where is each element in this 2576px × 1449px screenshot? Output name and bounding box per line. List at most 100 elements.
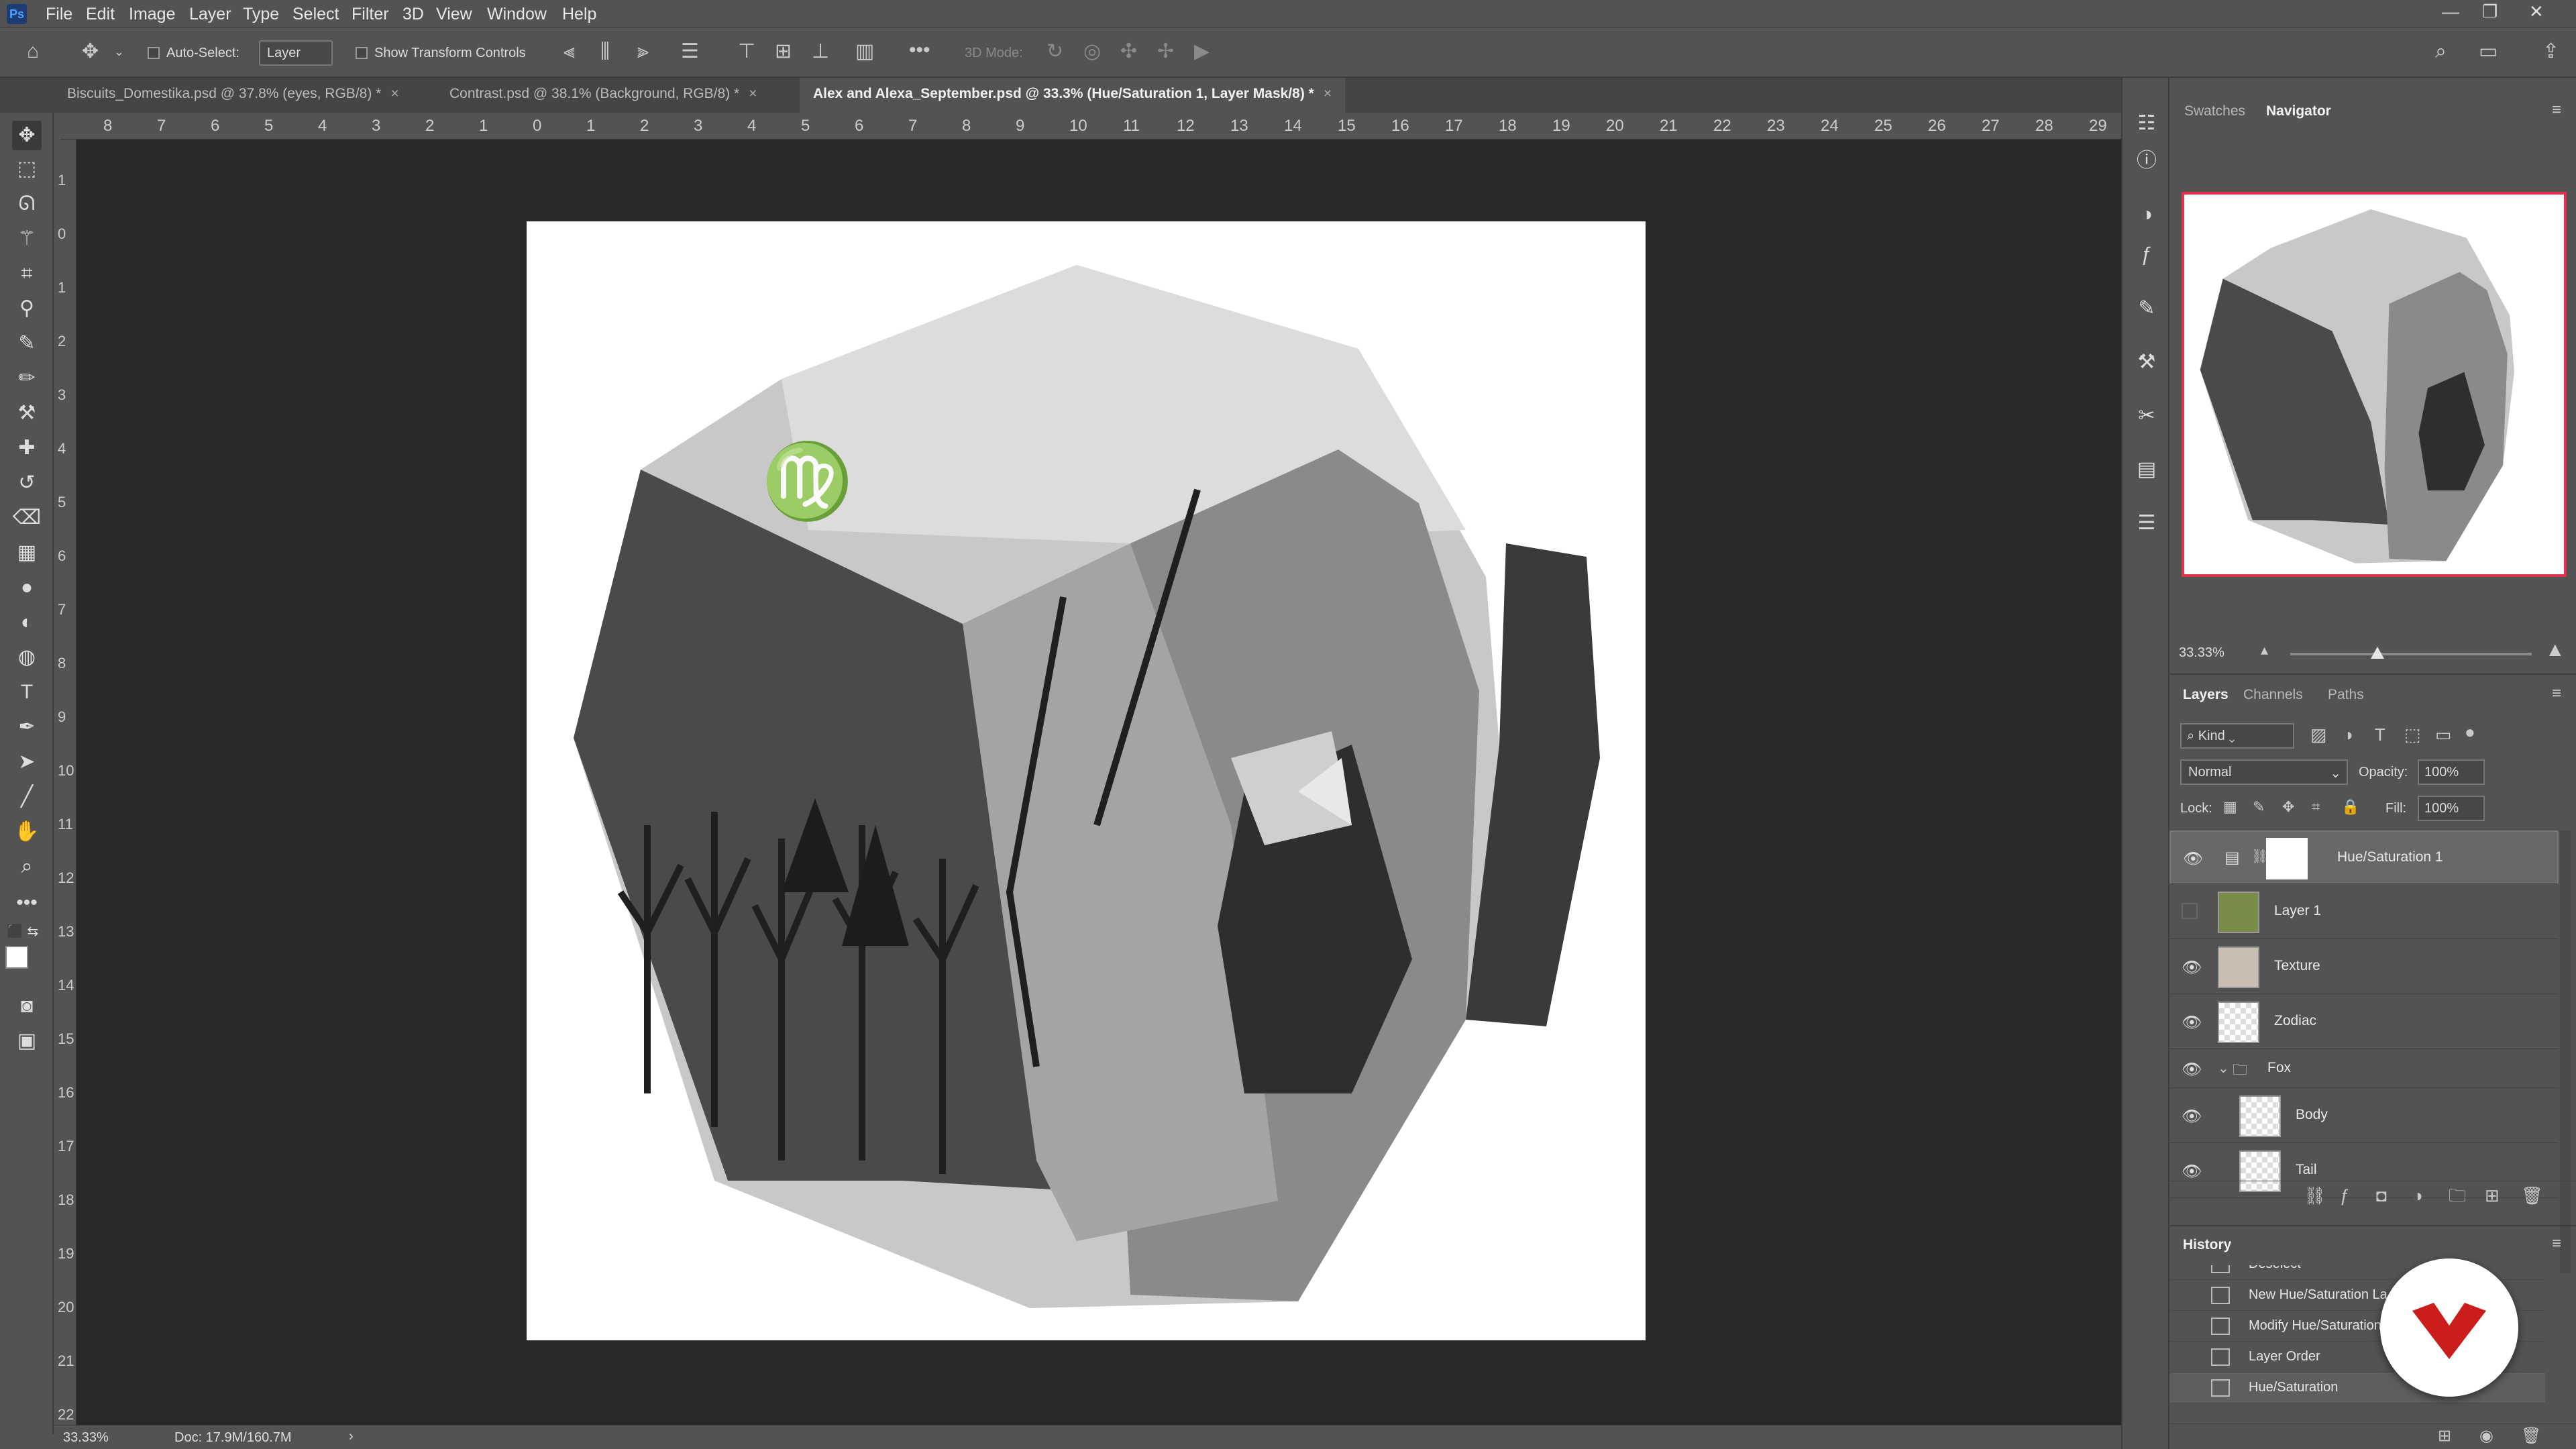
menu-type[interactable]: Type: [243, 5, 279, 24]
add-mask-icon[interactable]: ◘: [2376, 1187, 2387, 1204]
pen-tool-icon[interactable]: ✒: [12, 712, 42, 742]
lock-transparent-icon[interactable]: ▦: [2223, 800, 2237, 814]
restore-icon[interactable]: ❐: [2482, 1, 2498, 22]
clone-stamp-icon[interactable]: ⚒: [12, 398, 42, 428]
workspace-icon[interactable]: ▭: [2479, 42, 2498, 62]
snapshot-camera-icon[interactable]: ◉: [2479, 1428, 2493, 1444]
auto-select-dropdown[interactable]: Layer: [259, 40, 333, 66]
clone-source-icon[interactable]: ⚒: [2131, 346, 2163, 378]
healing-brush-icon[interactable]: ✚: [12, 433, 42, 463]
zoom-slider-track[interactable]: [2290, 653, 2532, 655]
menu-select[interactable]: Select: [292, 5, 339, 24]
3d-orbit-icon[interactable]: ↻: [1046, 42, 1063, 62]
screen-mode-icon[interactable]: ▣: [12, 1026, 42, 1056]
panel-menu-icon[interactable]: ≡: [2552, 1234, 2561, 1253]
zoom-out-icon[interactable]: ▴: [2261, 641, 2268, 659]
align-bottom-icon[interactable]: ⊥: [812, 42, 829, 62]
filter-smart-object-icon[interactable]: ▭: [2435, 726, 2452, 743]
align-middle-icon[interactable]: ⊞: [775, 42, 792, 62]
foreground-color-swatch[interactable]: [5, 946, 28, 969]
chevron-down-icon[interactable]: ⌄: [114, 46, 124, 58]
sponge-tool-icon[interactable]: ◍: [12, 643, 42, 672]
filter-pixel-icon[interactable]: ▨: [2310, 726, 2327, 743]
opacity-input[interactable]: 100%: [2418, 759, 2485, 785]
navigator-thumbnail[interactable]: [2182, 192, 2567, 577]
properties-icon[interactable]: ☰: [2131, 507, 2163, 539]
swap-colors-icon[interactable]: ⬛ ⇆: [7, 923, 47, 939]
menu-layer[interactable]: Layer: [189, 5, 231, 24]
zoom-slider-handle[interactable]: [2371, 647, 2384, 659]
magic-wand-icon[interactable]: ⚚: [12, 224, 42, 254]
menu-filter[interactable]: Filter: [352, 5, 389, 24]
new-group-icon[interactable]: 🗀: [2449, 1187, 2466, 1204]
visibility-eye-icon[interactable]: 👁: [2183, 849, 2203, 868]
pencil-tool-icon[interactable]: ✏: [12, 364, 42, 393]
move-tool-icon[interactable]: ✥: [12, 121, 42, 150]
lock-position-icon[interactable]: ✥: [2282, 800, 2294, 814]
layer-mask-thumbnail[interactable]: [2266, 838, 2308, 879]
edit-toolbar-icon[interactable]: •••: [12, 888, 42, 918]
align-right-icon[interactable]: ⫸: [637, 42, 649, 62]
new-document-from-state-icon[interactable]: ⊞: [2438, 1428, 2451, 1444]
close-icon[interactable]: ✕: [2529, 1, 2544, 22]
blur-tool-icon[interactable]: ●: [12, 573, 42, 602]
filter-shape-icon[interactable]: ⬚: [2404, 726, 2421, 743]
menu-window[interactable]: Window: [487, 5, 547, 24]
adjustments-icon[interactable]: ◑: [2131, 199, 2163, 231]
more-options-icon[interactable]: •••: [909, 40, 930, 60]
eyedropper-icon[interactable]: ⚲: [12, 294, 42, 323]
tab-biscuits[interactable]: Biscuits_Domestika.psd @ 37.8% (eyes, RG…: [54, 78, 413, 113]
tab-layers[interactable]: Layers: [2183, 687, 2229, 703]
menu-image[interactable]: Image: [129, 5, 175, 24]
status-zoom[interactable]: 33.33%: [63, 1430, 109, 1446]
crop-tool-icon[interactable]: ⌗: [12, 259, 42, 288]
quick-mask-icon[interactable]: ◙: [12, 991, 42, 1021]
visibility-eye-icon[interactable]: 👁: [2182, 958, 2202, 977]
status-menu-arrow[interactable]: ›: [349, 1429, 354, 1444]
chevron-down-icon[interactable]: ⌄: [2218, 1060, 2229, 1077]
layer-group-fox[interactable]: 👁 ⌄ 🗀 Fox: [2169, 1051, 2559, 1088]
visibility-eye-icon[interactable]: 👁: [2182, 1162, 2202, 1181]
layer-row-texture[interactable]: 👁 Texture: [2169, 941, 2559, 994]
auto-select-checkbox[interactable]: [148, 47, 160, 59]
filter-adjustment-icon[interactable]: ◑: [2343, 726, 2353, 743]
fill-input[interactable]: 100%: [2418, 796, 2485, 821]
visibility-eye-icon[interactable]: 👁: [2182, 1107, 2202, 1126]
tab-contrast[interactable]: Contrast.psd @ 38.1% (Background, RGB/8)…: [436, 78, 770, 113]
hand-tool-icon[interactable]: ✋: [12, 817, 42, 847]
home-icon[interactable]: ⌂: [27, 42, 39, 62]
tab-history[interactable]: History: [2183, 1237, 2231, 1253]
eraser-tool-icon[interactable]: ⌫: [12, 503, 42, 533]
panel-menu-icon[interactable]: ≡: [2552, 684, 2561, 703]
visibility-eye-icon[interactable]: 👁: [2182, 1013, 2202, 1032]
tool-presets-icon[interactable]: ✂: [2131, 400, 2163, 432]
filter-type-icon[interactable]: T: [2375, 726, 2385, 743]
close-tab-icon[interactable]: ×: [390, 86, 398, 101]
menu-3d[interactable]: 3D: [402, 5, 424, 24]
distribute-vertical-icon[interactable]: ▥: [855, 42, 874, 62]
zoom-in-icon[interactable]: ▲: [2545, 639, 2565, 661]
panel-menu-icon[interactable]: ≡: [2552, 101, 2561, 119]
tab-channels[interactable]: Channels: [2243, 687, 2303, 703]
align-center-icon[interactable]: ⫼: [600, 42, 610, 62]
layer-row-layer-1[interactable]: Layer 1: [2169, 885, 2559, 939]
line-tool-icon[interactable]: ╱: [12, 782, 42, 812]
align-left-icon[interactable]: ⫷: [564, 42, 575, 62]
tab-alex-alexa[interactable]: Alex and Alexa_September.psd @ 33.3% (Hu…: [800, 78, 1346, 113]
blend-mode-dropdown[interactable]: Normal ⌄: [2180, 759, 2348, 785]
menu-file[interactable]: File: [46, 5, 72, 24]
3d-scale-icon[interactable]: ▶: [1194, 42, 1210, 62]
zoom-tool-icon[interactable]: ⌕: [12, 852, 42, 881]
lasso-tool-icon[interactable]: ᘏ: [12, 189, 42, 219]
document-canvas[interactable]: ♍: [527, 221, 1646, 1340]
brushes-icon[interactable]: ✎: [2131, 292, 2163, 325]
search-icon[interactable]: ⌕: [2435, 42, 2447, 62]
layer-filter-kind-dropdown[interactable]: ⌕ Kind ⌄: [2180, 723, 2294, 749]
navigator-zoom-value[interactable]: 33.33%: [2179, 645, 2224, 661]
visibility-eye-icon[interactable]: 👁: [2182, 1060, 2202, 1079]
type-tool-icon[interactable]: T: [12, 678, 42, 707]
3d-pan-icon[interactable]: ✣: [1120, 42, 1137, 62]
history-brush-icon[interactable]: ↺: [12, 468, 42, 498]
link-layers-icon[interactable]: ⛓: [2304, 1187, 2326, 1204]
layer-row-body[interactable]: 👁 Body: [2169, 1089, 2559, 1143]
